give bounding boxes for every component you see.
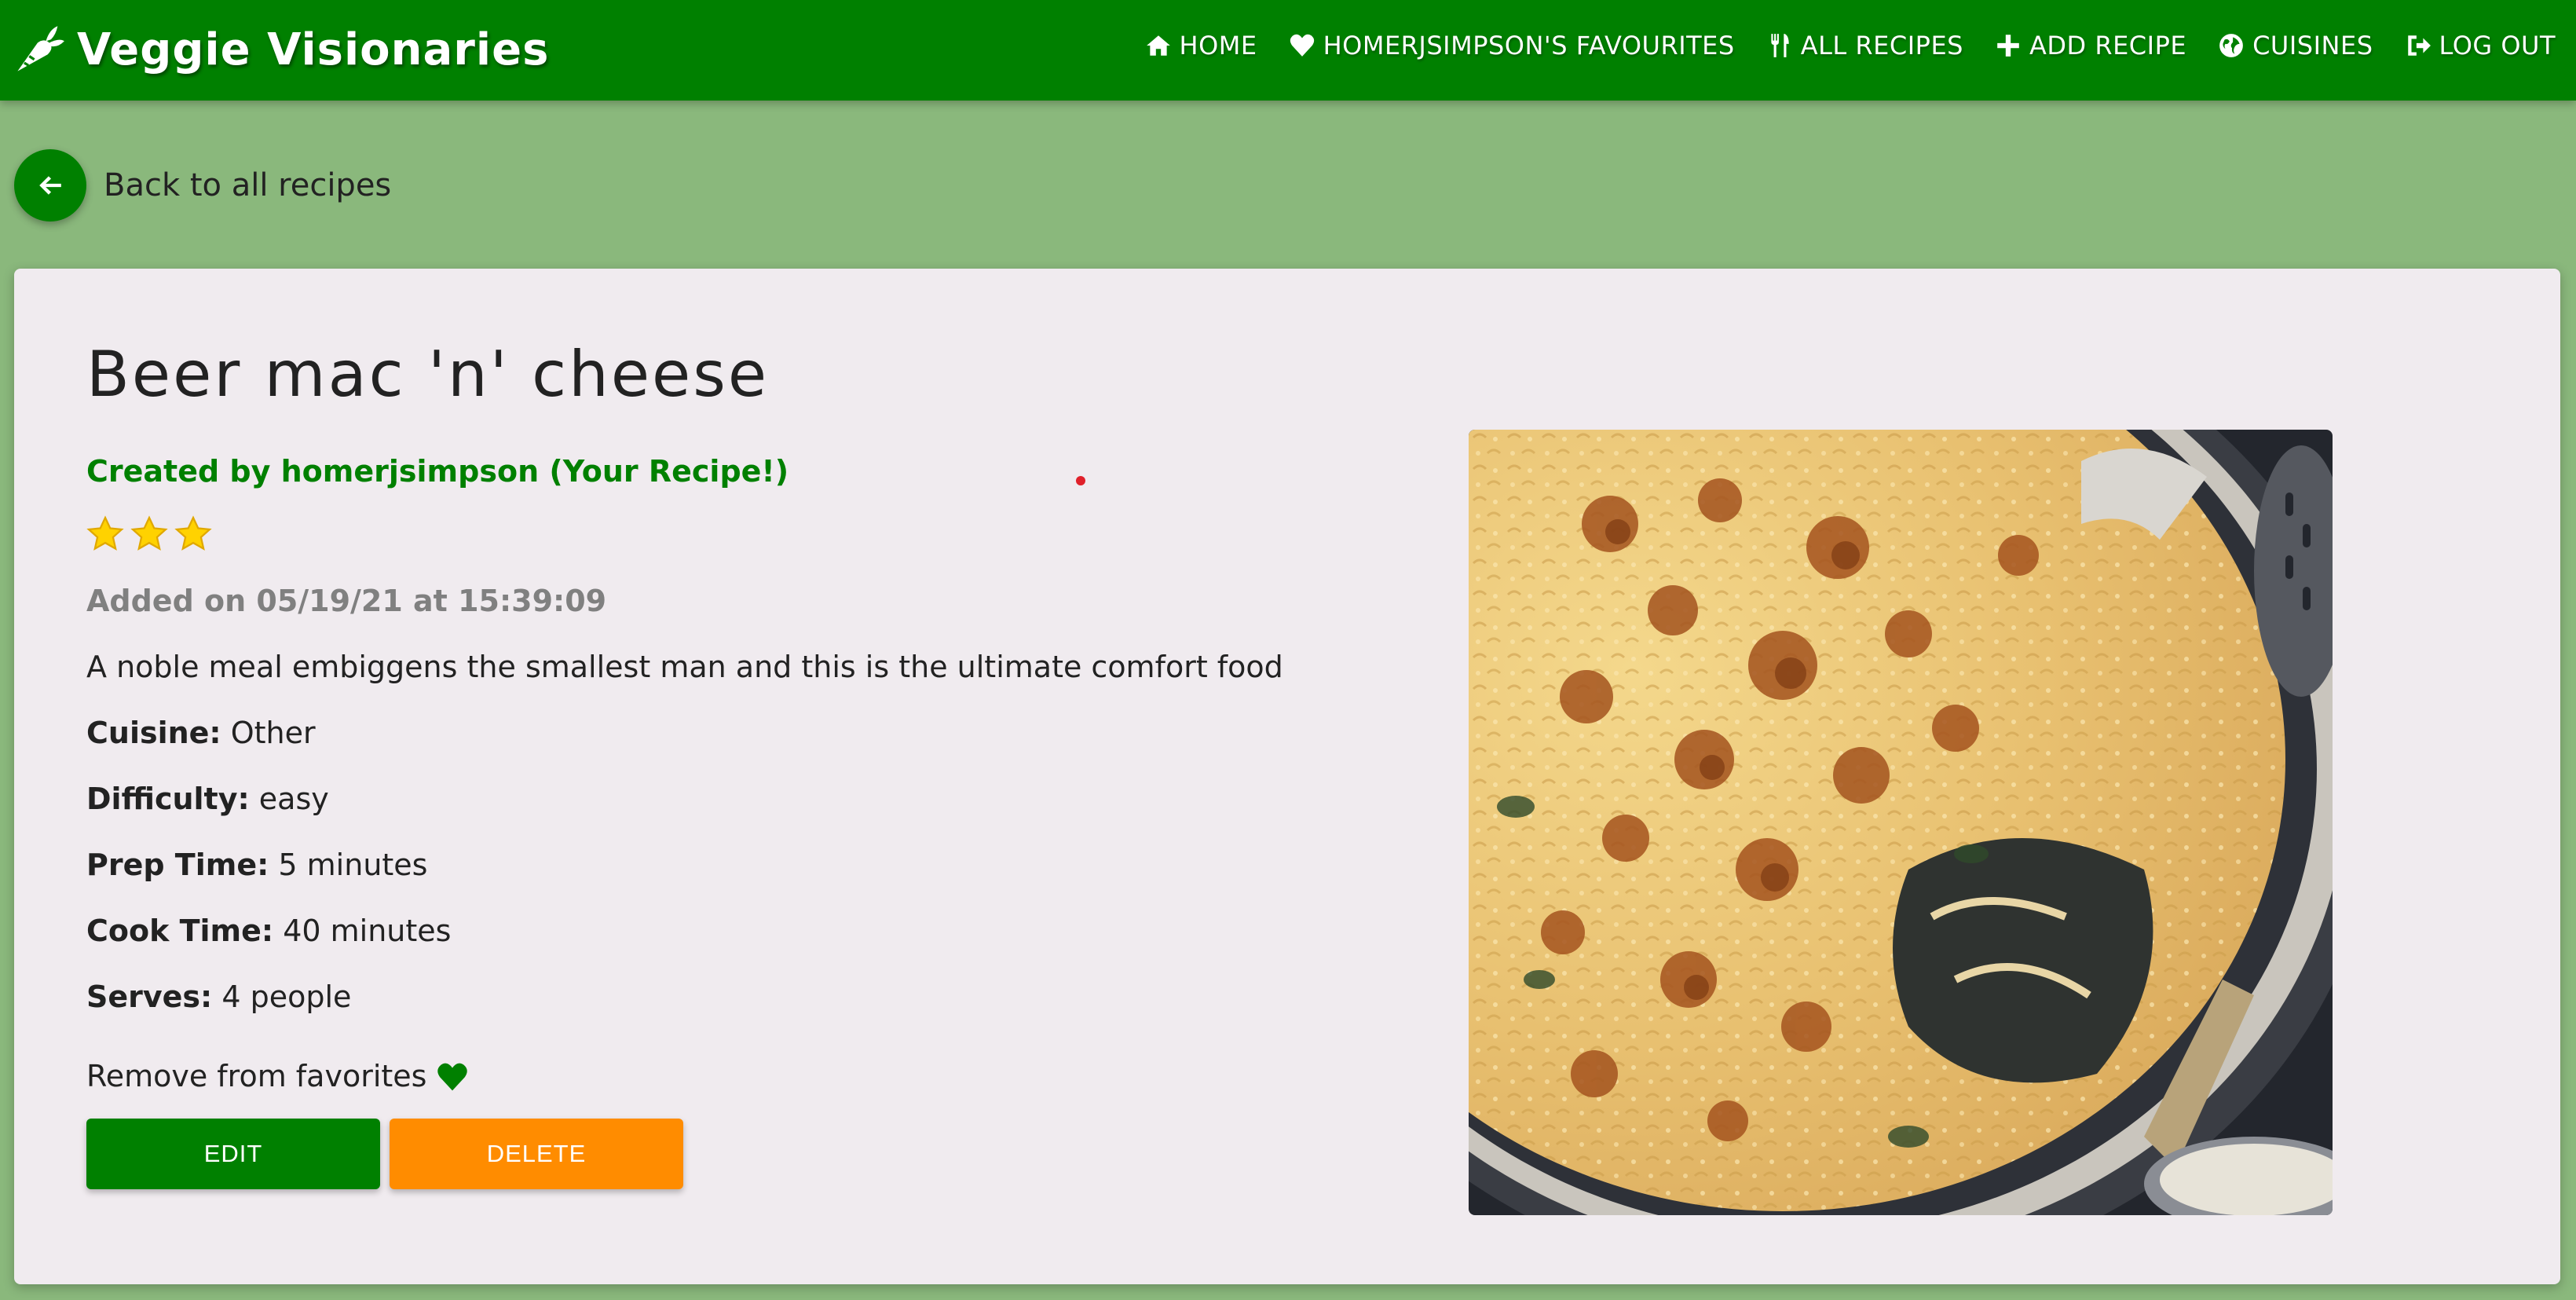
nav-home-label: HOME bbox=[1179, 31, 1257, 60]
remove-favorite-label: Remove from favorites bbox=[86, 1059, 427, 1093]
created-by: Created by homerjsimpson (Your Recipe!) bbox=[86, 454, 789, 489]
prep-time-row: Prep Time: 5 minutes bbox=[86, 845, 1422, 911]
recipe-card: Beer mac 'n' cheese Created by homerjsim… bbox=[14, 269, 2560, 1284]
recipe-description: A noble meal embiggens the smallest man … bbox=[86, 650, 1283, 684]
nav-all-recipes[interactable]: ALL RECIPES bbox=[1766, 31, 1963, 60]
cuisine-label: Cuisine: bbox=[86, 716, 221, 750]
back-to-recipes[interactable]: Back to all recipes bbox=[14, 149, 391, 222]
difficulty-value: easy bbox=[258, 782, 329, 816]
recipe-actions: EDIT DELETE bbox=[86, 1119, 1422, 1189]
heart-icon bbox=[1290, 34, 1314, 57]
cook-time-row: Cook Time: 40 minutes bbox=[86, 911, 1422, 977]
nav-log-out[interactable]: LOG OUT bbox=[2405, 31, 2556, 60]
back-link-label[interactable]: Back to all recipes bbox=[104, 167, 391, 203]
difficulty-row: Difficulty: easy bbox=[86, 779, 1422, 845]
mac-and-cheese-image bbox=[1469, 430, 2333, 1215]
prep-time-value: 5 minutes bbox=[278, 848, 428, 882]
cook-time-value: 40 minutes bbox=[283, 914, 452, 948]
edit-button[interactable]: EDIT bbox=[86, 1119, 380, 1189]
cuisine-row: Cuisine: Other bbox=[86, 713, 1422, 779]
prep-time-label: Prep Time: bbox=[86, 848, 269, 882]
serves-row: Serves: 4 people bbox=[86, 977, 1422, 1043]
brand-logo-link[interactable]: Veggie Visionaries bbox=[13, 14, 549, 85]
nav-all-recipes-label: ALL RECIPES bbox=[1800, 31, 1963, 60]
star-icon bbox=[130, 515, 168, 551]
serves-value: 4 people bbox=[221, 980, 352, 1014]
home-icon bbox=[1146, 35, 1170, 56]
rating-stars bbox=[86, 515, 1422, 581]
delete-button[interactable]: DELETE bbox=[390, 1119, 683, 1189]
back-button[interactable] bbox=[14, 149, 86, 222]
nav-add-recipe[interactable]: ADD RECIPE bbox=[1995, 31, 2186, 60]
recipe-title: Beer mac 'n' cheese bbox=[86, 338, 770, 411]
navbar: Veggie Visionaries HOME HOMERJSIMPSON'S … bbox=[0, 0, 2576, 101]
star-icon bbox=[174, 515, 212, 551]
plus-icon bbox=[1997, 35, 2019, 57]
cursor-dot bbox=[1076, 476, 1085, 485]
carrot-icon bbox=[17, 26, 64, 71]
nav-log-out-label: LOG OUT bbox=[2439, 31, 2556, 60]
serves-label: Serves: bbox=[86, 980, 213, 1014]
nav-favourites[interactable]: HOMERJSIMPSON'S FAVOURITES bbox=[1289, 31, 1735, 60]
cuisine-value: Other bbox=[230, 716, 316, 750]
recipe-image bbox=[1469, 430, 2333, 1215]
heart-icon[interactable] bbox=[436, 1060, 469, 1092]
remove-favorite-row: Remove from favorites bbox=[86, 1043, 1422, 1109]
nav-favourites-label: HOMERJSIMPSON'S FAVOURITES bbox=[1323, 31, 1735, 60]
arrow-left-icon bbox=[39, 176, 61, 195]
nav-add-recipe-label: ADD RECIPE bbox=[2029, 31, 2187, 60]
star-icon bbox=[86, 515, 124, 551]
globe-icon bbox=[2219, 34, 2243, 57]
brand-name: Veggie Visionaries bbox=[77, 24, 550, 75]
cook-time-label: Cook Time: bbox=[86, 914, 274, 948]
nav-links: HOME HOMERJSIMPSON'S FAVOURITES ALL RECI… bbox=[1145, 0, 2556, 91]
added-on: Added on 05/19/21 at 15:39:09 bbox=[86, 584, 607, 618]
recipe-details: Created by homerjsimpson (Your Recipe!) … bbox=[86, 449, 1422, 1189]
utensils-icon bbox=[1771, 34, 1789, 57]
nav-cuisines[interactable]: CUISINES bbox=[2218, 31, 2373, 60]
difficulty-label: Difficulty: bbox=[86, 782, 250, 816]
sign-out-icon bbox=[2407, 35, 2431, 56]
nav-home[interactable]: HOME bbox=[1145, 31, 1257, 60]
nav-cuisines-label: CUISINES bbox=[2252, 31, 2373, 60]
